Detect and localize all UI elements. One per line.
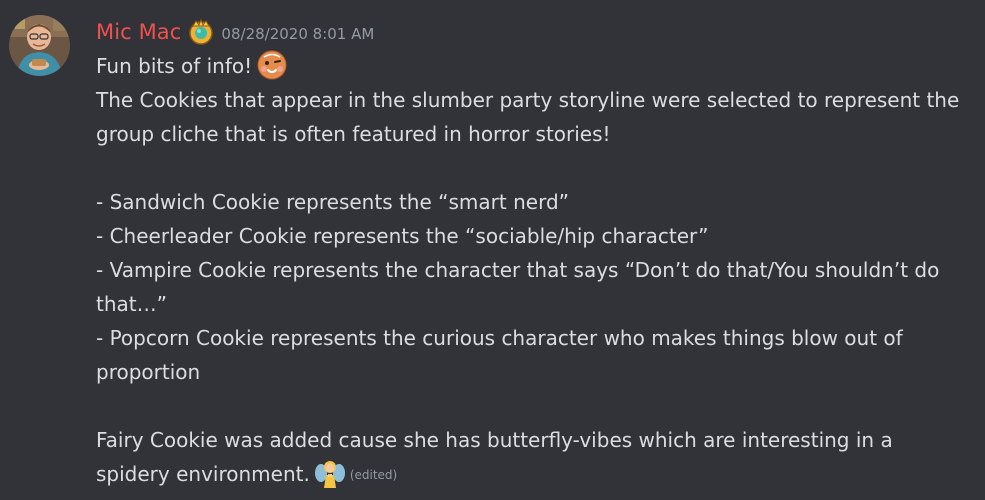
cookie-face-emoji-icon[interactable] [256, 49, 288, 81]
paragraph-intro: The Cookies that appear in the slumber p… [96, 88, 960, 146]
server-booster-crown-icon[interactable] [187, 18, 215, 46]
list-item: - Vampire Cookie represents the characte… [96, 258, 940, 316]
avatar-photo-icon [9, 15, 70, 76]
list-item: - Popcorn Cookie represents the curious … [96, 326, 903, 384]
intro-text: Fun bits of info! [96, 54, 253, 78]
message-content: Fun bits of info! The Cookies that appea… [96, 49, 971, 492]
edited-indicator[interactable]: (edited) [350, 468, 397, 482]
chat-message: Mic Mac 08/28/2020 8:01 AM Fun bits of i… [0, 0, 985, 500]
user-avatar[interactable] [9, 15, 70, 76]
message-line: Fun bits of info! [96, 49, 971, 83]
fairy-emoji-icon[interactable] [314, 457, 346, 489]
message-header: Mic Mac 08/28/2020 8:01 AM [96, 16, 374, 48]
closing-text: Fairy Cookie was added cause she has but… [96, 428, 893, 486]
message-timestamp[interactable]: 08/28/2020 8:01 AM [221, 22, 374, 43]
list-item: - Sandwich Cookie represents the “smart … [96, 190, 569, 214]
list-item: - Cheerleader Cookie represents the “soc… [96, 224, 709, 248]
paragraph-closing: Fairy Cookie was added cause she has but… [96, 423, 971, 492]
username[interactable]: Mic Mac [96, 20, 181, 44]
